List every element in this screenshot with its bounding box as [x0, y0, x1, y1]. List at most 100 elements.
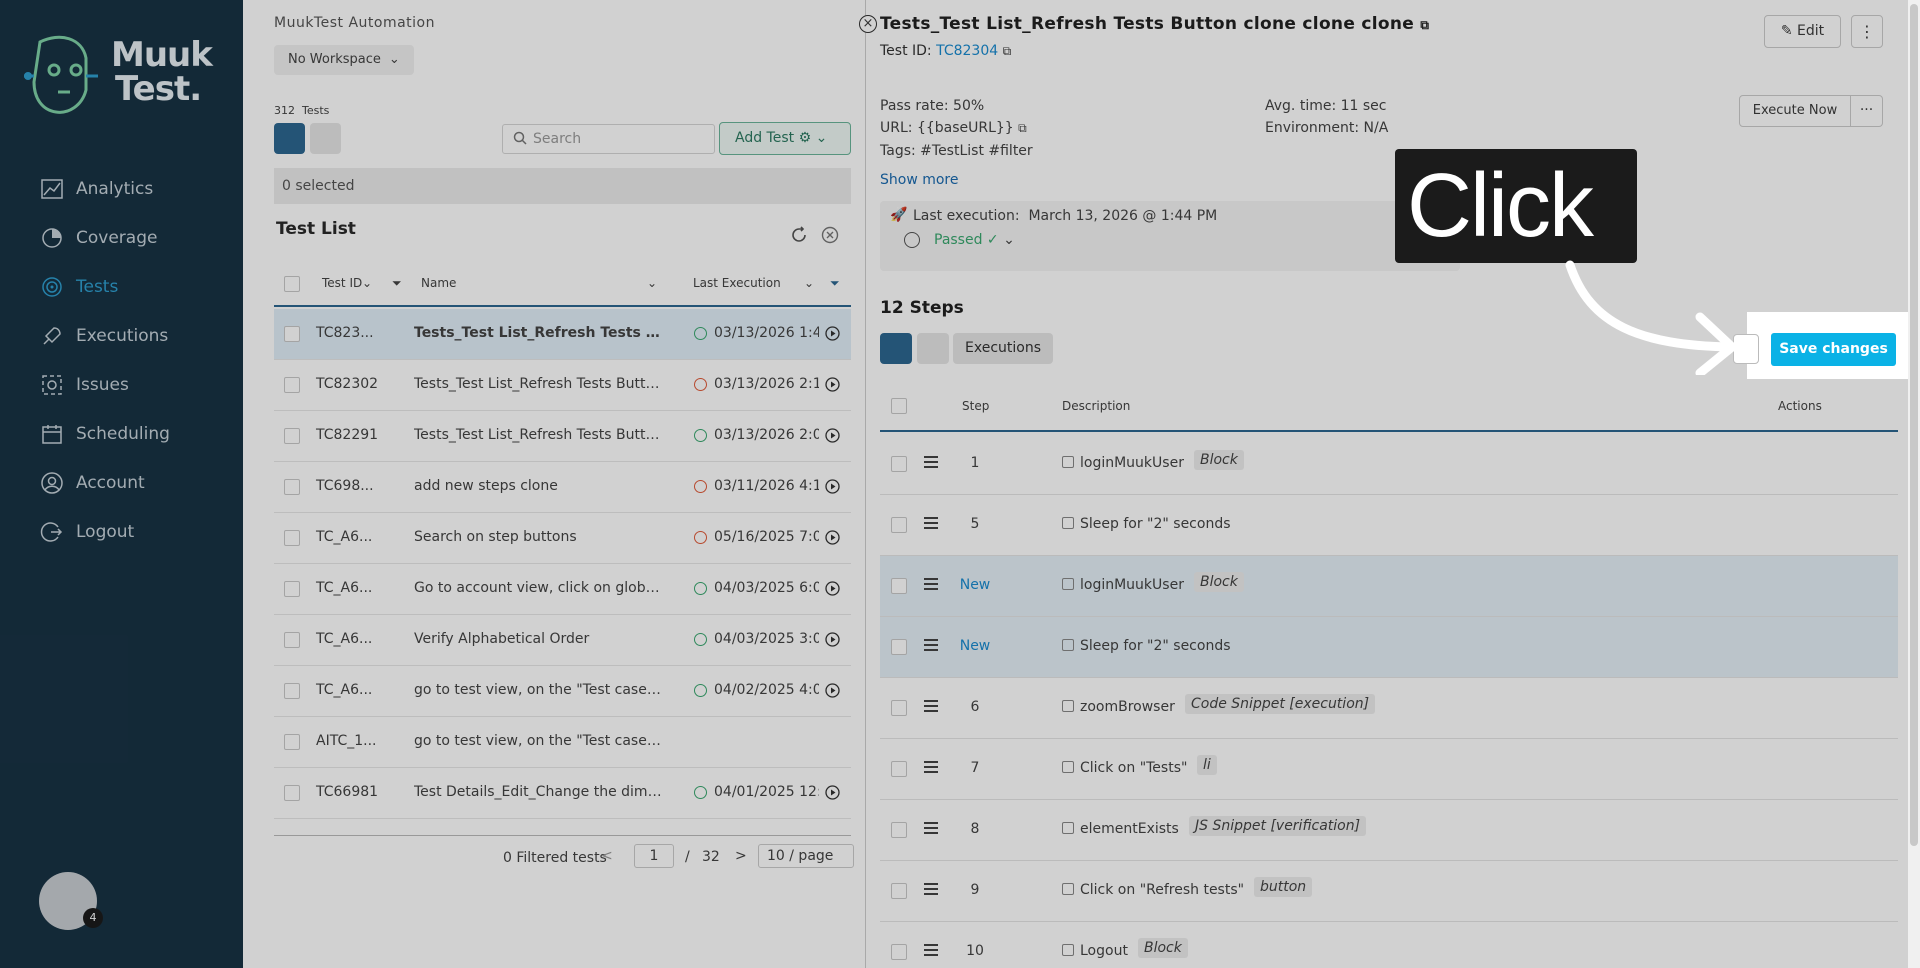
drag-handle-icon[interactable] — [924, 822, 938, 834]
row-checkbox[interactable] — [284, 530, 300, 546]
scrollbar-thumb[interactable] — [1910, 4, 1918, 846]
copy-icon[interactable]: ⧉ — [1018, 121, 1027, 135]
row-checkbox[interactable] — [284, 479, 300, 495]
filter-icon[interactable]: ⏷ — [392, 276, 402, 291]
step-row[interactable]: 10 Logout Block — [880, 922, 1898, 968]
play-icon[interactable] — [825, 785, 840, 800]
edit-steps-button[interactable] — [917, 333, 949, 364]
step-checkbox[interactable] — [891, 822, 907, 838]
filter-icon[interactable]: ⏷ — [830, 276, 840, 291]
play-icon[interactable] — [825, 326, 840, 341]
play-icon[interactable] — [825, 581, 840, 596]
column-last-execution[interactable]: Last Execution — [693, 276, 781, 290]
table-row[interactable]: TC_A6... Verify Alphabetical Order 04/03/2… — [274, 615, 851, 666]
select-all-checkbox[interactable] — [891, 398, 907, 414]
row-checkbox[interactable] — [284, 734, 300, 750]
copy-icon[interactable]: ⧉ — [1420, 18, 1429, 32]
test-name-cell[interactable]: Verify Alphabetical Order — [414, 631, 664, 647]
table-row[interactable]: TC823... Tests_Test List_Refresh Tests Bu… — [274, 309, 851, 360]
page-size-select[interactable]: 10 / page — [758, 844, 854, 868]
sidebar-item-analytics[interactable]: Analytics — [0, 164, 243, 213]
row-checkbox[interactable] — [284, 428, 300, 444]
save-changes-button[interactable]: Save changes — [1771, 333, 1896, 366]
more-options-button[interactable]: ⋮ — [1851, 15, 1883, 48]
drag-handle-icon[interactable] — [924, 517, 938, 529]
table-row[interactable]: TC82302 Tests_Test List_Refresh Tests But… — [274, 360, 851, 411]
step-row[interactable]: 1 loginMuukUser Block — [880, 434, 1898, 495]
table-row[interactable]: TC_A6... Search on step buttons 05/16/2025… — [274, 513, 851, 564]
next-page-button[interactable]: > — [735, 848, 747, 864]
drag-handle-icon[interactable] — [924, 761, 938, 773]
search-input[interactable]: Search — [502, 124, 715, 154]
sidebar-item-tests[interactable]: Tests — [0, 262, 243, 311]
table-row[interactable]: AITC_1... go to test view, on the "Test c… — [274, 717, 851, 768]
play-icon[interactable] — [825, 479, 840, 494]
logo[interactable]: Muuk Test. — [0, 0, 243, 144]
test-name-cell[interactable]: go to test view, on the "Test case to re… — [414, 682, 664, 698]
column-test-id[interactable]: Test ID — [322, 276, 362, 290]
drag-handle-icon[interactable] — [924, 883, 938, 895]
copy-icon[interactable]: ⧉ — [1003, 44, 1012, 58]
row-checkbox[interactable] — [284, 326, 300, 342]
step-checkbox[interactable] — [891, 883, 907, 899]
table-row[interactable]: TC66981 Test Details_Edit_Change the dime… — [274, 768, 851, 819]
refresh-icon[interactable] — [790, 226, 808, 244]
chevron-down-icon[interactable]: ⌄ — [647, 276, 657, 290]
step-checkbox[interactable] — [891, 700, 907, 716]
chevron-down-icon[interactable]: ⌄ — [1003, 232, 1015, 248]
test-name-cell[interactable]: Tests_Test List_Refresh Tests Button clo… — [414, 427, 664, 443]
play-icon[interactable] — [825, 377, 840, 392]
step-row[interactable]: 5 Sleep for "2" seconds — [880, 495, 1898, 556]
test-name-cell[interactable]: Tests_Test List_Refresh Tests Button clo… — [414, 325, 664, 341]
step-checkbox[interactable] — [891, 456, 907, 472]
test-name-cell[interactable]: Test Details_Edit_Change the dimensions — [414, 784, 664, 800]
close-icon[interactable]: × — [859, 15, 877, 33]
step-row[interactable]: New Sleep for "2" seconds — [880, 617, 1898, 678]
play-icon[interactable] — [825, 632, 840, 647]
row-checkbox[interactable] — [284, 632, 300, 648]
drag-handle-icon[interactable] — [924, 700, 938, 712]
table-row[interactable]: TC_A6... go to test view, on the "Test ca… — [274, 666, 851, 717]
sidebar-item-executions[interactable]: Executions — [0, 311, 243, 360]
test-name-cell[interactable]: Go to account view, click on global vari… — [414, 580, 664, 596]
play-icon[interactable] — [825, 530, 840, 545]
list-view-button[interactable] — [274, 123, 305, 154]
executions-tab[interactable]: Executions — [953, 333, 1053, 364]
sidebar-item-issues[interactable]: Issues — [0, 360, 243, 409]
execute-options-button[interactable]: ··· — [1851, 95, 1883, 127]
step-checkbox[interactable] — [891, 639, 907, 655]
table-row[interactable]: TC82291 Tests_Test List_Refresh Tests But… — [274, 411, 851, 462]
step-checkbox[interactable] — [891, 761, 907, 777]
step-row[interactable]: New loginMuukUser Block — [880, 556, 1898, 617]
row-checkbox[interactable] — [284, 581, 300, 597]
play-icon[interactable] — [825, 683, 840, 698]
chevron-down-icon[interactable]: ⌄ — [804, 276, 814, 290]
step-checkbox[interactable] — [891, 578, 907, 594]
step-row[interactable]: 9 Click on "Refresh tests" button — [880, 861, 1898, 922]
execute-now-button[interactable]: Execute Now — [1739, 95, 1851, 127]
close-icon[interactable] — [821, 226, 839, 244]
drag-handle-icon[interactable] — [924, 944, 938, 956]
steps-view-button[interactable] — [880, 333, 912, 364]
play-icon[interactable] — [904, 232, 920, 248]
sidebar-item-logout[interactable]: Logout — [0, 507, 243, 556]
sidebar-item-scheduling[interactable]: Scheduling — [0, 409, 243, 458]
step-row[interactable]: 6 zoomBrowser Code Snippet [execution] — [880, 678, 1898, 739]
play-icon[interactable] — [825, 428, 840, 443]
column-name[interactable]: Name — [421, 276, 456, 290]
drag-handle-icon[interactable] — [924, 639, 938, 651]
select-all-checkbox[interactable] — [284, 276, 300, 292]
drag-handle-icon[interactable] — [924, 578, 938, 590]
add-test-button[interactable]: Add Test ⚙ ⌄ — [719, 122, 851, 155]
sidebar-item-coverage[interactable]: Coverage — [0, 213, 243, 262]
table-row[interactable]: TC698... add new steps clone 03/11/2026 4:… — [274, 462, 851, 513]
row-checkbox[interactable] — [284, 785, 300, 801]
step-checkbox[interactable] — [891, 517, 907, 533]
workspace-select[interactable]: No Workspace ⌄ — [274, 45, 414, 75]
page-input[interactable]: 1 — [634, 844, 674, 868]
test-name-cell[interactable]: Tests_Test List_Refresh Tests Button clo… — [414, 376, 664, 392]
drag-handle-icon[interactable] — [924, 456, 938, 468]
test-name-cell[interactable]: go to test view, on the "Test case to re… — [414, 733, 664, 749]
row-checkbox[interactable] — [284, 683, 300, 699]
grid-view-button[interactable] — [310, 123, 341, 154]
